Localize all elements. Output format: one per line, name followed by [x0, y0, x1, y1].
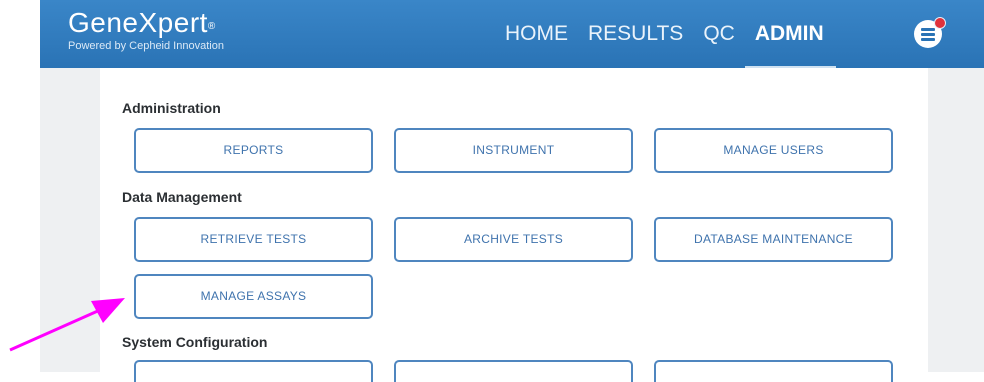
- pointer-arrow-icon: [9, 298, 125, 352]
- arrow-shaft: [9, 308, 101, 352]
